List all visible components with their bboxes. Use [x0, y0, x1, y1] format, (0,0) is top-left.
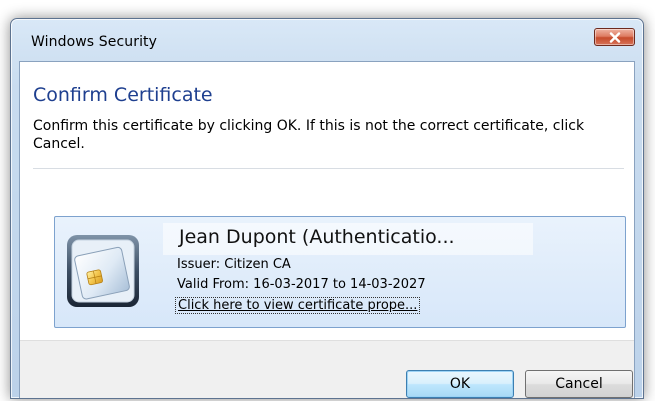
dialog-heading: Confirm Certificate: [33, 84, 213, 106]
divider: [33, 168, 624, 169]
window-title: Windows Security: [31, 34, 158, 50]
close-button[interactable]: [594, 28, 635, 46]
certificate-issuer: Issuer: Citizen CA: [177, 257, 291, 272]
smart-card-icon: [65, 233, 141, 309]
certificate-tile[interactable]: Jean Dupont (Authenticatio... Issuer: Ci…: [54, 216, 626, 328]
certificate-name: Jean Dupont (Authenticatio...: [179, 226, 455, 248]
dialog-window: Windows Security Confirm Certificate Con…: [10, 18, 644, 399]
view-certificate-properties-link[interactable]: Click here to view certificate prope...: [175, 297, 421, 314]
dialog-client-area: Confirm Certificate Confirm this certifi…: [19, 61, 635, 398]
ok-button[interactable]: OK: [406, 370, 514, 398]
button-bar: OK Cancel: [20, 340, 634, 398]
close-icon: [609, 32, 621, 43]
cancel-button[interactable]: Cancel: [525, 370, 633, 398]
dialog-instructions: Confirm this certificate by clicking OK.…: [33, 118, 585, 152]
title-bar[interactable]: Windows Security: [11, 19, 643, 59]
certificate-validity: Valid From: 16-03-2017 to 14-03-2027: [177, 277, 426, 292]
